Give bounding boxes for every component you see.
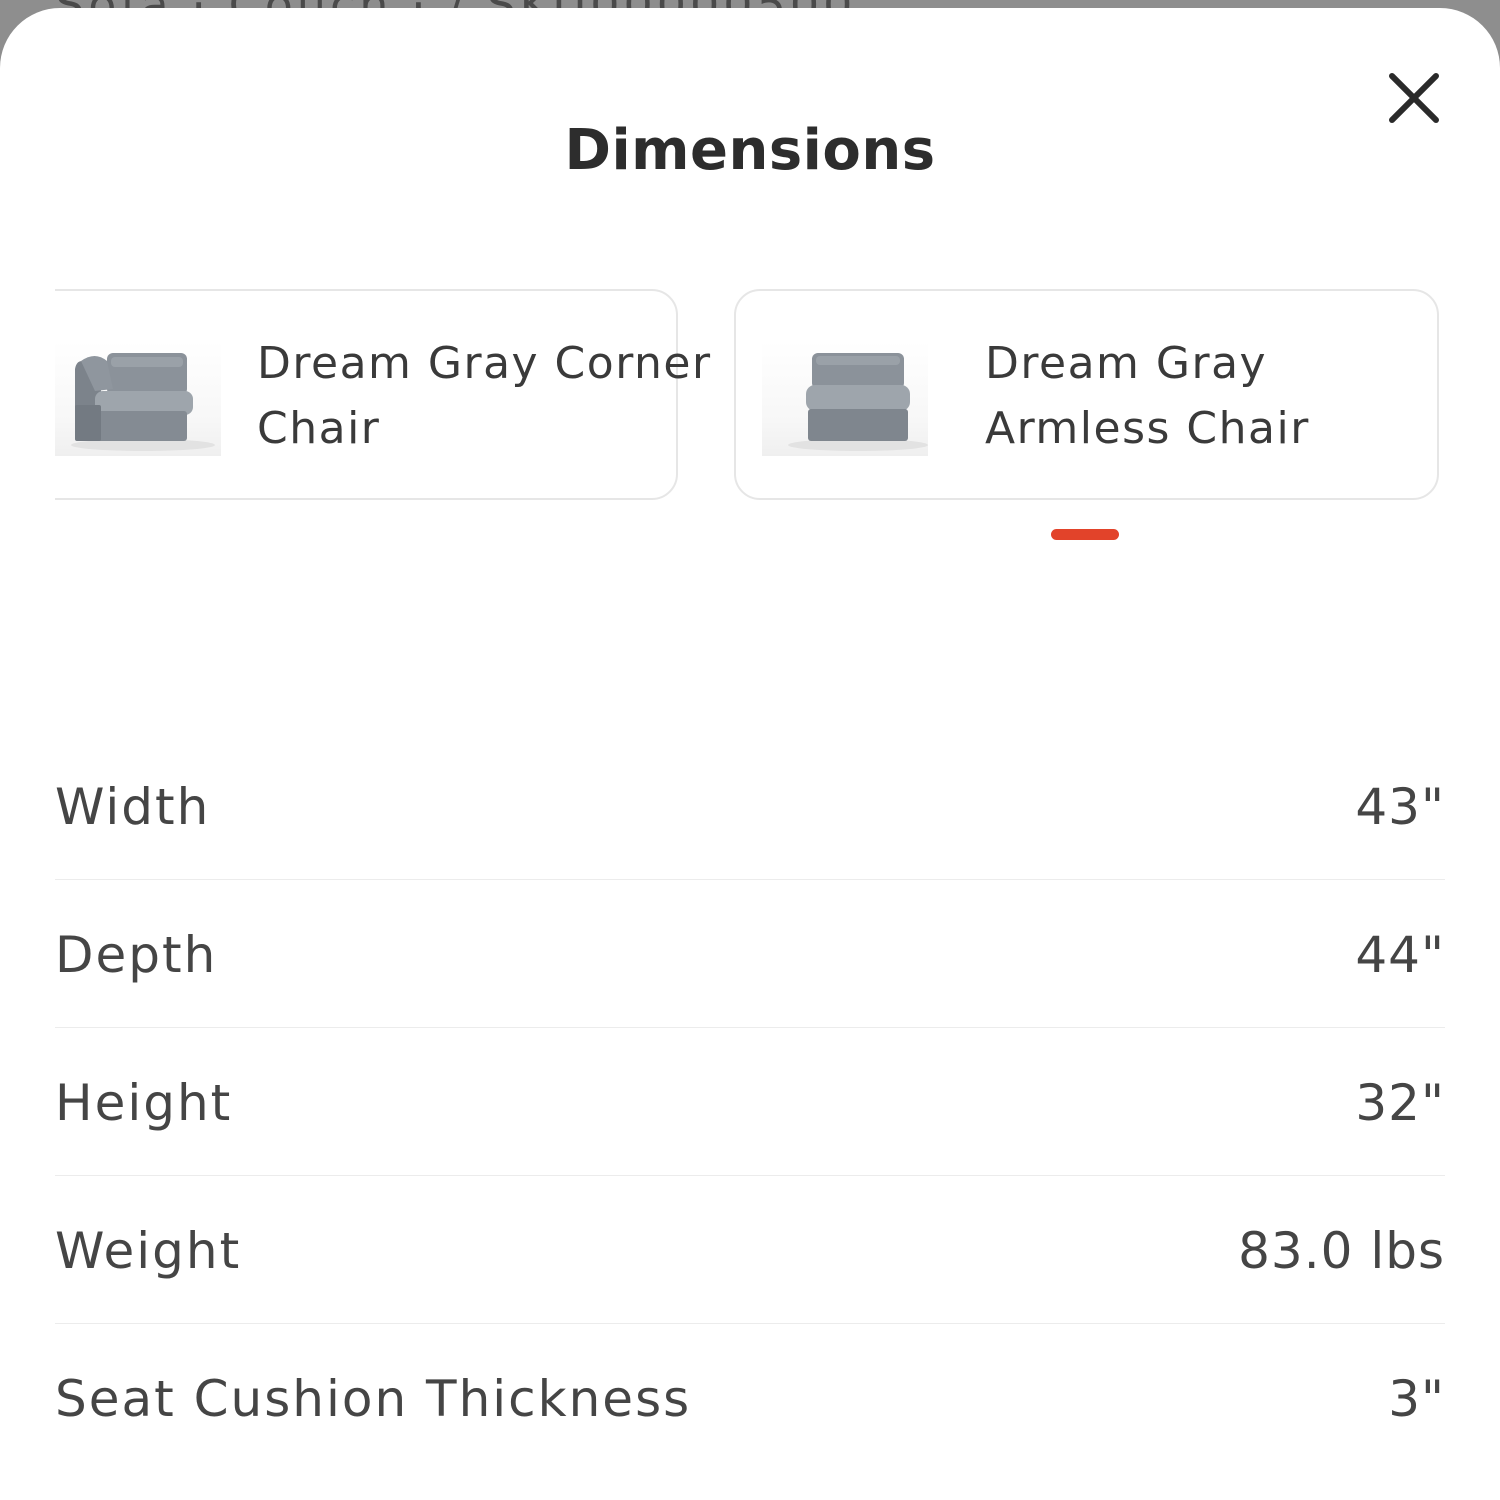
corner-chair-image (55, 341, 221, 456)
product-name: Dream Gray Armless Chair (985, 338, 1310, 454)
spec-label: Width (55, 778, 211, 836)
spec-row-depth: Depth 44" (55, 880, 1445, 1028)
spec-value: 43" (1355, 778, 1445, 836)
spec-label: Height (55, 1074, 233, 1132)
spec-row-weight: Weight 83.0 lbs (55, 1176, 1445, 1324)
spec-row-width: Width 43" (55, 732, 1445, 880)
close-button[interactable] (1382, 66, 1446, 130)
close-icon (1389, 73, 1439, 123)
spec-row-height: Height 32" (55, 1028, 1445, 1176)
dimensions-table: Width 43" Depth 44" Height 32" Weight 83… (55, 732, 1445, 1472)
spec-value: 3" (1388, 1370, 1445, 1428)
product-card-corner-chair[interactable]: Dream Gray Corner Chair (55, 289, 710, 500)
spec-label: Weight (55, 1222, 242, 1280)
carousel-active-indicator (1051, 529, 1119, 540)
spec-value: 44" (1355, 926, 1445, 984)
product-card-armless-chair[interactable]: Dream Gray Armless Chair (734, 289, 1439, 500)
spec-label: Seat Cushion Thickness (55, 1370, 692, 1428)
modal-title: Dimensions (564, 118, 936, 183)
spec-value: 83.0 lbs (1238, 1222, 1445, 1280)
product-name: Dream Gray Corner Chair (257, 338, 712, 454)
product-carousel[interactable]: Dream Gray Corner Chair Dream Gray Armle… (55, 289, 1445, 505)
spec-row-seat-cushion-thickness: Seat Cushion Thickness 3" (55, 1324, 1445, 1472)
spec-value: 32" (1355, 1074, 1445, 1132)
armless-chair-image (762, 341, 928, 456)
spec-label: Depth (55, 926, 218, 984)
dimensions-modal: Dimensions Dream Gray Corner Chair Dream… (0, 8, 1500, 1500)
